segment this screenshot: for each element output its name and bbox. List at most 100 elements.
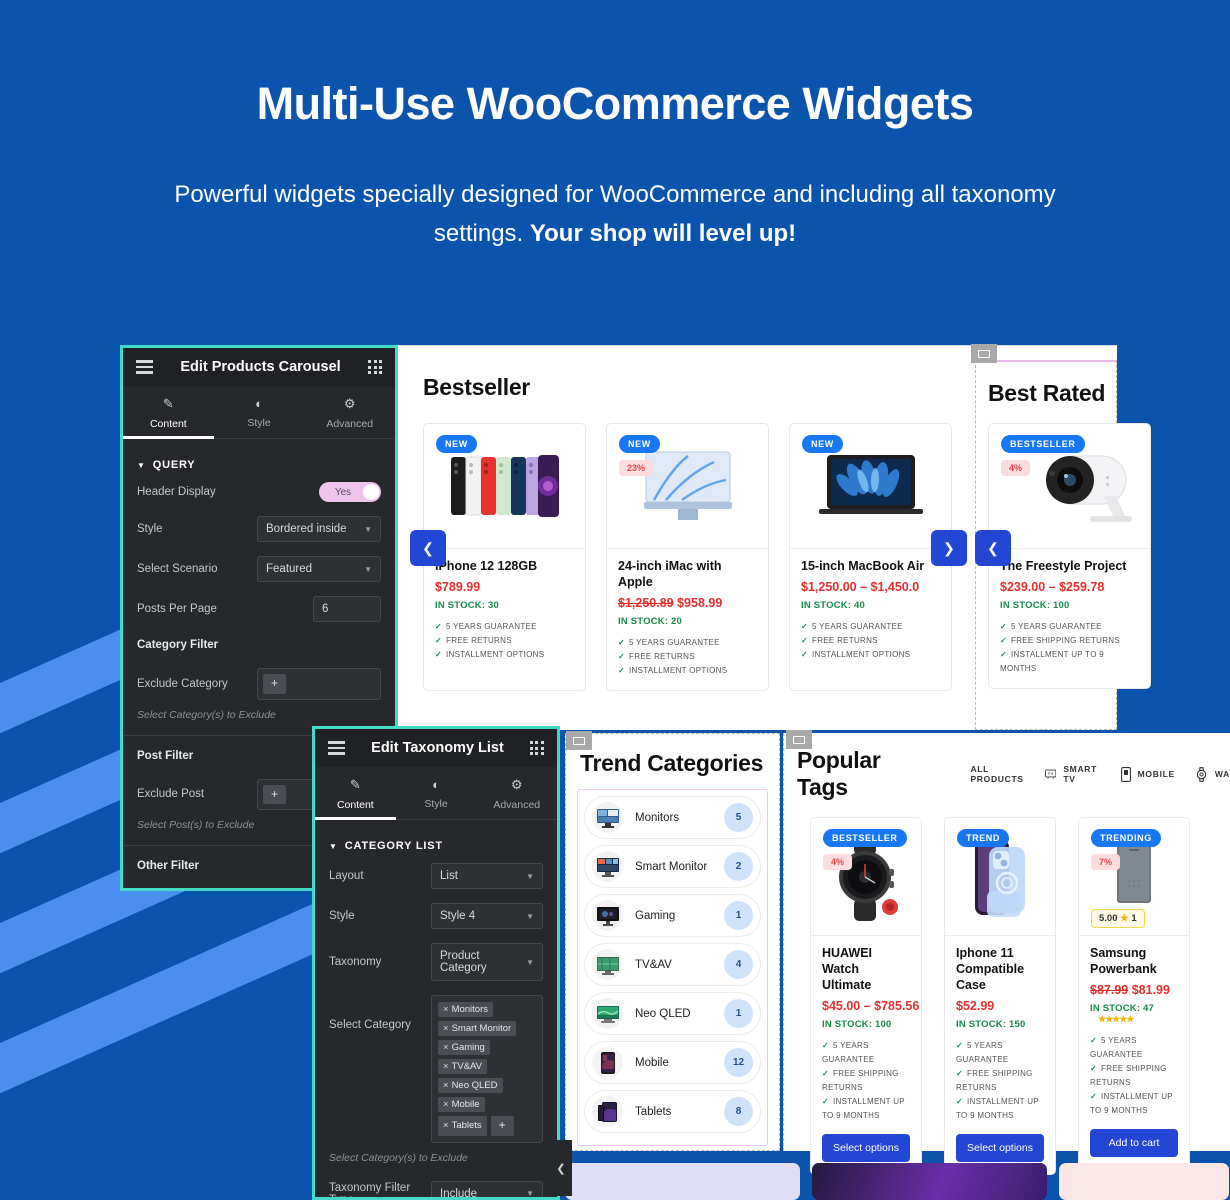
select-value: Include — [440, 1187, 478, 1200]
carousel-prev-button[interactable]: ❮ — [975, 530, 1011, 566]
selected-categories-box[interactable]: × Monitors × Smart Monitor × Gaming × TV&AV … — [431, 995, 543, 1143]
list-item[interactable]: TV&AV 4 — [584, 943, 761, 986]
phone-icon — [1120, 766, 1131, 782]
tag-label: ALL PRODUCTS — [970, 764, 1024, 784]
list-item[interactable]: Tablets 8 — [584, 1090, 761, 1133]
layout-select[interactable]: List ▼ — [431, 863, 543, 889]
add-category-button[interactable]: + — [490, 1116, 514, 1136]
category-name: Monitors — [635, 811, 680, 824]
product-card[interactable]: BESTSELLER 4% — [810, 817, 922, 1175]
field-posts-per-page: Posts Per Page — [123, 589, 395, 629]
category-name: Tablets — [635, 1105, 672, 1118]
category-tag[interactable]: × TV&AV — [438, 1059, 488, 1074]
product-card[interactable]: NEW — [410, 423, 586, 691]
posts-per-page-input[interactable] — [313, 596, 381, 622]
header-display-toggle[interactable]: Yes — [319, 482, 381, 502]
widget-handle-icon[interactable] — [971, 344, 997, 363]
field-label: Taxonomy Filter Type — [329, 1181, 411, 1200]
remove-icon[interactable]: × — [443, 1023, 449, 1034]
banner-item[interactable] — [812, 1163, 1047, 1200]
grid-icon[interactable] — [529, 741, 544, 755]
category-tag[interactable]: × Neo QLED — [438, 1078, 503, 1093]
taxonomy-select[interactable]: Product Category ▼ — [431, 943, 543, 981]
list-item[interactable]: Mobile 12 — [584, 1041, 761, 1084]
remove-icon[interactable]: × — [443, 1004, 449, 1015]
hero-section: Multi-Use WooCommerce Widgets Powerful w… — [0, 0, 1230, 254]
list-item[interactable]: Gaming 1 — [584, 894, 761, 937]
tab-style[interactable]: ◐ Style — [396, 767, 477, 819]
widget-handle-icon[interactable] — [786, 730, 812, 749]
add-category-button[interactable]: + — [263, 674, 287, 694]
style-select[interactable]: Bordered inside ▼ — [257, 516, 381, 542]
tab-content[interactable]: ✎ Content — [123, 386, 214, 439]
projector-image — [1030, 446, 1148, 526]
filter-type-select[interactable]: Include ▼ — [431, 1180, 543, 1200]
tag-filter-all-products[interactable]: ALL PRODUCTS — [970, 764, 1024, 784]
list-item[interactable]: Neo QLED 1 — [584, 992, 761, 1035]
remove-icon[interactable]: × — [443, 1080, 449, 1091]
category-name: Smart Monitor — [635, 860, 708, 873]
discount-badge: 4% — [1001, 460, 1031, 476]
exclude-category-box[interactable]: + — [257, 668, 381, 700]
product-badge: BESTSELLER — [823, 829, 907, 847]
grid-icon[interactable] — [368, 360, 382, 374]
feature-item: INSTALLMENT OPTIONS — [618, 664, 757, 678]
add-post-button[interactable]: + — [263, 784, 287, 805]
hamburger-icon[interactable] — [328, 738, 345, 758]
remove-icon[interactable]: × — [443, 1099, 449, 1110]
product-body: 15-inch MacBook Air $1,250.00 – $1,450.0… — [790, 549, 951, 674]
add-to-cart-button[interactable]: Add to cart — [1090, 1129, 1178, 1157]
tab-style[interactable]: ◐ Style — [214, 386, 305, 438]
imac-image — [642, 450, 734, 522]
chevron-down-icon: ▼ — [526, 911, 534, 921]
tab-label: Content — [149, 418, 187, 430]
widget-handle-icon[interactable] — [566, 731, 592, 750]
category-tag[interactable]: × Smart Monitor — [438, 1021, 517, 1036]
category-tag[interactable]: × Mobile — [438, 1097, 485, 1112]
field-label: Taxonomy — [329, 956, 382, 968]
product-name: Samsung Powerbank — [1090, 946, 1157, 976]
remove-icon[interactable]: × — [443, 1042, 449, 1053]
list-item[interactable]: Monitors 5 — [584, 796, 761, 839]
product-card[interactable]: NEW — [789, 423, 967, 691]
trend-categories-section: Trend Categories Monitors 5 Smart Monito… — [565, 731, 780, 1151]
select-options-button[interactable]: Select options — [956, 1134, 1044, 1162]
select-options-button[interactable]: Select options — [822, 1134, 910, 1162]
style-select[interactable]: Style 4 ▼ — [431, 903, 543, 929]
scenario-select[interactable]: Featured ▼ — [257, 556, 381, 582]
tab-content[interactable]: ✎ Content — [315, 767, 396, 820]
product-stock: IN STOCK: 40 — [801, 600, 865, 611]
remove-icon[interactable]: × — [443, 1061, 449, 1072]
section-title: Bestseller — [423, 374, 530, 400]
remove-icon[interactable]: × — [443, 1120, 449, 1131]
hamburger-icon[interactable] — [136, 357, 153, 377]
product-name: HUAWEI Watch Ultimate — [822, 946, 872, 992]
product-badge: TRENDING — [1091, 829, 1161, 847]
section-category-list[interactable]: ▼ CATEGORY LIST — [315, 820, 557, 856]
tag-filter-watch[interactable]: WA — [1195, 766, 1230, 782]
macbook-air-image — [817, 453, 925, 519]
category-tag[interactable]: × Tablets — [438, 1116, 487, 1136]
category-name: Neo QLED — [635, 1007, 691, 1020]
banner-item[interactable] — [565, 1163, 800, 1200]
section-label: QUERY — [152, 459, 196, 471]
banner-item[interactable] — [1059, 1163, 1229, 1200]
tag-filter-mobile[interactable]: MOBILE — [1120, 766, 1175, 782]
tab-advanced[interactable]: ⚙ Advanced — [476, 767, 557, 819]
panel-title: Edit Taxonomy List — [371, 740, 504, 756]
category-tag[interactable]: × Gaming — [438, 1040, 490, 1055]
carousel-prev-button[interactable]: ❮ — [410, 530, 446, 566]
tab-advanced[interactable]: ⚙ Advanced — [304, 386, 395, 438]
product-card[interactable]: BESTSELLER 4% — [975, 423, 1151, 689]
product-card[interactable]: TRENDING 7% 5.00 ★ 1 Samsung Powerbank $… — [1078, 817, 1190, 1175]
tag-filter-smart-tv[interactable]: TV SMART TV — [1045, 764, 1101, 784]
category-tag[interactable]: × Monitors — [438, 1002, 493, 1017]
product-card[interactable]: NEW 23% 24-inch iMac with Apple $1,250.8… — [606, 423, 769, 691]
section-query[interactable]: ▼ QUERY — [123, 439, 395, 475]
product-body: Samsung Powerbank $87.99 $81.99 IN STOCK… — [1079, 936, 1189, 1169]
panel-collapse-handle[interactable]: ❮ — [550, 1140, 572, 1196]
list-item[interactable]: Smart Monitor 2 — [584, 845, 761, 888]
field-label: Select Category — [329, 1019, 411, 1031]
carousel-next-button[interactable]: ❯ — [931, 530, 967, 566]
product-card[interactable]: TREND Iphone 11 Compatible Case $52.99 I… — [944, 817, 1056, 1175]
